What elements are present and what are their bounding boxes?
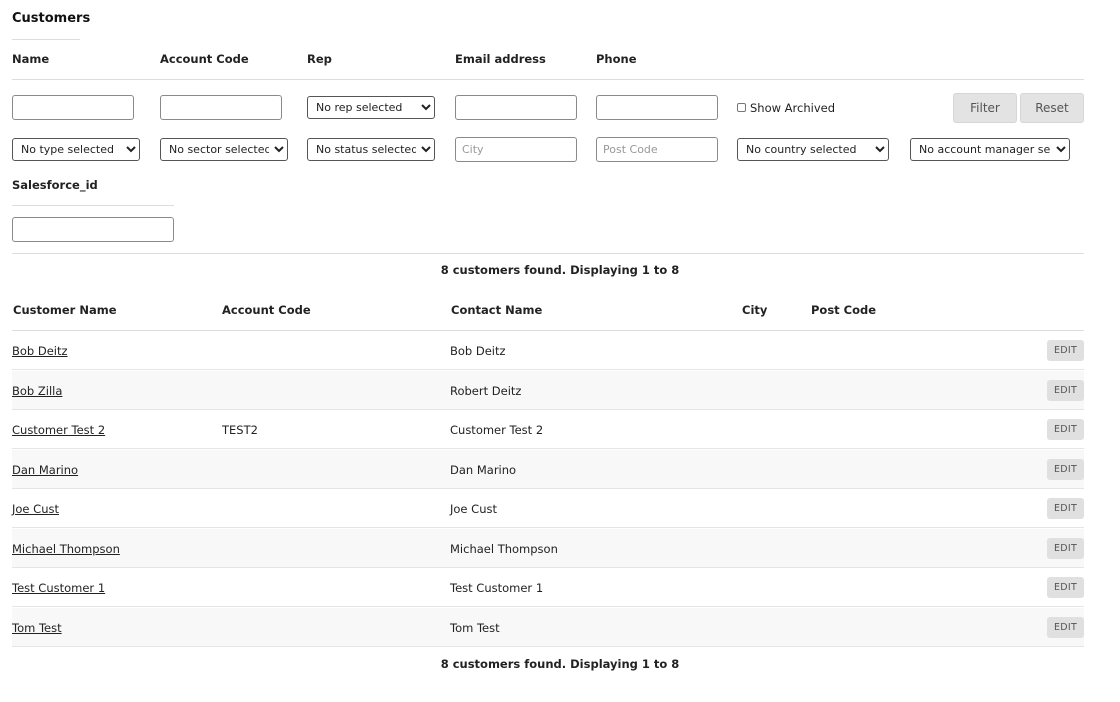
rep-select[interactable]: No rep selected bbox=[307, 96, 435, 119]
column-header-customer-name: Customer Name bbox=[13, 303, 117, 317]
customer-name-link[interactable]: Customer Test 2 bbox=[12, 423, 105, 437]
column-header-city: City bbox=[742, 303, 768, 317]
customer-name-link[interactable]: Bob Zilla bbox=[12, 384, 62, 398]
phone-filter-input[interactable] bbox=[596, 95, 718, 120]
reset-button[interactable]: Reset bbox=[1020, 93, 1084, 123]
contact-name-cell: Tom Test bbox=[450, 621, 500, 635]
edit-button[interactable]: EDIT bbox=[1047, 419, 1084, 440]
sector-select[interactable]: No sector selected bbox=[160, 138, 288, 161]
name-filter-label: Name bbox=[12, 52, 50, 66]
email-filter-label: Email address bbox=[455, 52, 546, 66]
edit-button[interactable]: EDIT bbox=[1047, 617, 1084, 638]
column-header-contact-name: Contact Name bbox=[451, 303, 543, 317]
status-select[interactable]: No status selected bbox=[307, 138, 435, 161]
table-row: Michael Thompson Michael Thompson EDIT bbox=[12, 529, 1084, 568]
account-code-filter-input[interactable] bbox=[160, 95, 282, 120]
salesforce-filter-input[interactable] bbox=[12, 217, 174, 242]
edit-button[interactable]: EDIT bbox=[1047, 538, 1084, 559]
table-row: Tom Test Tom Test EDIT bbox=[12, 608, 1084, 647]
contact-name-cell: Customer Test 2 bbox=[450, 423, 544, 437]
edit-button[interactable]: EDIT bbox=[1047, 340, 1084, 361]
salesforce-label-divider bbox=[12, 205, 174, 206]
table-row: Joe Cust Joe Cust EDIT bbox=[12, 489, 1084, 528]
show-archived-label[interactable]: Show Archived bbox=[750, 101, 835, 115]
city-filter-input[interactable] bbox=[455, 137, 577, 162]
account-code-cell: TEST2 bbox=[222, 423, 258, 437]
table-row: Customer Test 2 TEST2 Customer Test 2 ED… bbox=[12, 410, 1084, 449]
customer-name-link[interactable]: Bob Deitz bbox=[12, 344, 68, 358]
results-summary-bottom: 8 customers found. Displaying 1 to 8 bbox=[440, 657, 680, 671]
name-filter-input[interactable] bbox=[12, 95, 134, 120]
email-filter-input[interactable] bbox=[455, 95, 577, 120]
contact-name-cell: Robert Deitz bbox=[450, 384, 522, 398]
filter-header-divider bbox=[12, 79, 1084, 80]
customer-name-link[interactable]: Michael Thompson bbox=[12, 542, 120, 556]
account-code-filter-label: Account Code bbox=[160, 52, 249, 66]
show-archived-checkbox[interactable] bbox=[737, 103, 746, 112]
customer-name-link[interactable]: Tom Test bbox=[12, 621, 62, 635]
edit-button[interactable]: EDIT bbox=[1047, 577, 1084, 598]
contact-name-cell: Michael Thompson bbox=[450, 542, 558, 556]
country-select[interactable]: No country selected bbox=[737, 138, 889, 161]
post-code-filter-input[interactable] bbox=[596, 137, 718, 162]
customer-name-link[interactable]: Dan Marino bbox=[12, 463, 78, 477]
customer-name-link[interactable]: Joe Cust bbox=[12, 502, 59, 516]
page-title: Customers bbox=[12, 11, 91, 26]
table-row: Dan Marino Dan Marino EDIT bbox=[12, 450, 1084, 489]
rep-filter-label: Rep bbox=[307, 52, 332, 66]
salesforce-filter-label: Salesforce_id bbox=[12, 178, 98, 192]
edit-button[interactable]: EDIT bbox=[1047, 459, 1084, 480]
account-manager-select[interactable]: No account manager selected bbox=[910, 138, 1070, 161]
results-summary-top: 8 customers found. Displaying 1 to 8 bbox=[440, 263, 680, 277]
column-header-account-code: Account Code bbox=[222, 303, 311, 317]
title-divider bbox=[12, 39, 80, 40]
edit-button[interactable]: EDIT bbox=[1047, 380, 1084, 401]
filters-bottom-divider bbox=[12, 253, 1084, 254]
edit-button[interactable]: EDIT bbox=[1047, 498, 1084, 519]
table-row: Bob Zilla Robert Deitz EDIT bbox=[12, 371, 1084, 410]
filter-button[interactable]: Filter bbox=[953, 93, 1017, 123]
contact-name-cell: Dan Marino bbox=[450, 463, 517, 477]
table-row: Test Customer 1 Test Customer 1 EDIT bbox=[12, 568, 1084, 607]
type-select[interactable]: No type selected bbox=[12, 138, 140, 161]
contact-name-cell: Bob Deitz bbox=[450, 344, 506, 358]
contact-name-cell: Test Customer 1 bbox=[450, 581, 544, 595]
phone-filter-label: Phone bbox=[596, 52, 637, 66]
contact-name-cell: Joe Cust bbox=[450, 502, 497, 516]
table-row: Bob Deitz Bob Deitz EDIT bbox=[12, 331, 1084, 370]
column-header-post-code: Post Code bbox=[811, 303, 877, 317]
customer-name-link[interactable]: Test Customer 1 bbox=[12, 581, 105, 595]
